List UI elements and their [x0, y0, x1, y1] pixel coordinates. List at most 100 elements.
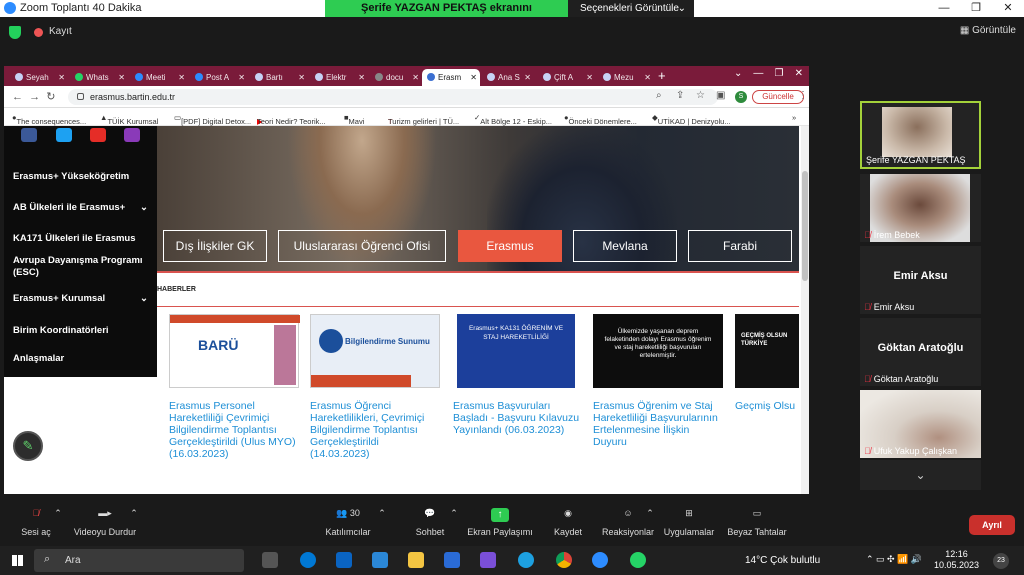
audio-options-caret[interactable]: ⌃ — [52, 508, 64, 519]
browser-tab[interactable]: Post A ✕ — [190, 69, 248, 86]
participant-tile[interactable]: 🎙̸ İrem Bebek — [860, 174, 981, 242]
bookmark-item[interactable]: ● Önceki Dönemlere... — [564, 113, 637, 126]
browser-tab[interactable]: Ana S ✕ — [482, 69, 534, 86]
hero-tab-mevlana[interactable]: Mevlana — [573, 230, 677, 262]
participants-button[interactable]: 👥 30 Katılımcılar — [320, 508, 376, 537]
browser-tab[interactable]: Çift A ✕ — [538, 69, 596, 86]
news-thumbnail[interactable]: BARÜ — [169, 314, 300, 388]
windows-start-icon[interactable] — [12, 555, 23, 566]
new-tab-icon[interactable]: + — [658, 68, 666, 83]
instagram-icon[interactable] — [124, 128, 140, 142]
bookmark-item[interactable]: ▲ TÜİK Kurumsal — [100, 113, 158, 126]
share-screen-button[interactable]: ↑ Ekran Paylaşımı — [466, 508, 534, 537]
leave-meeting-button[interactable]: Ayrıl — [969, 515, 1015, 535]
news-thumbnail[interactable]: Ülkemizde yaşanan deprem felaketinden do… — [593, 314, 723, 388]
facebook-icon[interactable] — [21, 128, 37, 142]
page-scrollbar[interactable] — [801, 126, 809, 494]
notification-badge[interactable]: 23 — [993, 553, 1009, 569]
bookmark-item[interactable]: ● The consequences... — [12, 113, 86, 126]
whiteboard-button[interactable]: ▭ Beyaz Tahtalar — [726, 508, 788, 537]
reactions-options-caret[interactable]: ⌃ — [644, 508, 656, 519]
browser-tab[interactable]: Meeti ✕ — [130, 69, 188, 86]
sidebar-item-birim-koordinatorleri[interactable]: Birim Koordinatörleri — [13, 325, 148, 336]
browser-window-controls[interactable]: ⌄ — ❐ ✕ — [734, 68, 803, 79]
news-thumbnail[interactable]: GEÇMİŞ OLSUN TÜRKİYE — [735, 314, 799, 388]
hero-tab-uluslararasi[interactable]: Uluslararası Öğrenci Ofisi — [278, 230, 446, 262]
close-tab-icon[interactable]: ✕ — [644, 69, 651, 86]
news-title-link[interactable]: Geçmiş Olsu — [735, 400, 799, 412]
news-title-link[interactable]: Erasmus Öğrenim ve Staj Hareketliliği Ba… — [593, 400, 723, 448]
shield-icon[interactable] — [9, 26, 21, 39]
edge-icon[interactable] — [518, 552, 534, 568]
close-tab-icon[interactable]: ✕ — [524, 69, 531, 86]
browser-tab[interactable]: Mezu ✕ — [598, 69, 654, 86]
taskbar-clock[interactable]: 12:16 10.05.2023 — [934, 549, 979, 571]
browser-tab[interactable]: Bartı ✕ — [250, 69, 308, 86]
minimize-icon[interactable]: — — [928, 0, 960, 17]
unmute-button[interactable]: 🎙̸ Sesi aç — [18, 508, 54, 537]
news-title-link[interactable]: Erasmus Başvuruları Başladı - Başvuru Kı… — [453, 400, 583, 436]
twitter-icon[interactable] — [56, 128, 72, 142]
chrome-icon[interactable] — [556, 552, 572, 568]
nav-buttons[interactable]: ← → ↻ — [12, 90, 55, 103]
close-tab-icon[interactable]: ✕ — [586, 69, 593, 86]
chat-options-caret[interactable]: ⌃ — [448, 508, 460, 519]
profile-avatar[interactable]: S — [735, 91, 747, 103]
share-icon[interactable]: ⇪ — [676, 90, 684, 101]
bookmark-item[interactable]: ◆ UTİKAD | Denizyolu... — [652, 113, 731, 126]
sidebar-item-ka171[interactable]: KA171 Ülkeleri ile Erasmus — [13, 233, 148, 244]
close-tab-icon[interactable]: ✕ — [238, 69, 245, 86]
participant-tile[interactable]: Emir Aksu 🎙̸ Emir Aksu — [860, 246, 981, 314]
sidebar-item-esc[interactable]: Avrupa Dayanışma Programı (ESC) — [13, 255, 148, 279]
more-participants-button[interactable]: ⌄ — [860, 460, 981, 490]
sidepanel-icon[interactable]: ▣ — [716, 90, 725, 101]
url-text[interactable]: erasmus.bartin.edu.tr — [90, 92, 175, 102]
chat-button[interactable]: 💬 Sohbet — [410, 508, 450, 537]
news-thumbnail[interactable]: Erasmus+ KA131 ÖĞRENİM VE STAJ HAREKETLİ… — [457, 314, 575, 388]
browser-tab[interactable]: Whats ✕ — [70, 69, 128, 86]
close-tab-icon[interactable]: ✕ — [412, 69, 419, 86]
more-icon[interactable]: ⋮ — [798, 90, 808, 101]
close-tab-icon[interactable]: ✕ — [118, 69, 125, 86]
participant-tile[interactable]: 🎙̸ Ufuk Yakup Çalışkan — [860, 390, 981, 458]
bookmark-item[interactable]: ▭ [PDF] Digital Detox... — [174, 113, 251, 126]
hero-tab-dis-iliskiler[interactable]: Dış İlişkiler GK — [163, 230, 267, 262]
search-icon[interactable]: ⌕ — [656, 90, 662, 101]
system-tray-icons[interactable]: ⌃ ▭ ✣ 📶 🔊 — [866, 554, 922, 565]
hero-tab-farabi[interactable]: Farabi — [688, 230, 792, 262]
record-button[interactable]: ◉ Kaydet — [548, 508, 588, 537]
participants-options-caret[interactable]: ⌃ — [376, 508, 388, 519]
close-tab-icon[interactable]: ✕ — [58, 69, 65, 86]
news-title-link[interactable]: Erasmus Personel Hareketliliği Çevrimiçi… — [169, 400, 299, 460]
participant-tile[interactable]: Göktan Aratoğlu 🎙̸ Göktan Aratoğlu — [860, 318, 981, 386]
store-icon[interactable] — [372, 552, 388, 568]
close-tab-icon[interactable]: ✕ — [178, 69, 185, 86]
outlook-icon[interactable] — [336, 552, 352, 568]
star-icon[interactable]: ☆ — [696, 90, 705, 101]
close-icon[interactable]: ✕ — [992, 0, 1024, 17]
browser-tab[interactable]: docu ✕ — [370, 69, 422, 86]
apps-button[interactable]: ⊞ Uygulamalar — [660, 508, 718, 537]
browser-tab[interactable]: Elektr ✕ — [310, 69, 368, 86]
bookmark-item[interactable]: ■ Mavi — [344, 113, 364, 126]
file-explorer-icon[interactable] — [408, 552, 424, 568]
close-tab-icon[interactable]: ✕ — [470, 69, 477, 86]
participant-tile[interactable]: Şerife YAZGAN PEKTAŞ — [860, 101, 981, 169]
news-title-link[interactable]: Erasmus Öğrenci Hareketlilikleri, Çevrim… — [310, 400, 440, 460]
sidebar-item-erasmus-yuksekogretim[interactable]: Erasmus+ Yükseköğretim — [13, 171, 148, 182]
skype-icon[interactable] — [300, 552, 316, 568]
sidebar-item-anlasmalar[interactable]: Anlaşmalar — [13, 353, 148, 364]
view-button[interactable]: ▦ Görüntüle — [960, 25, 1016, 36]
annotate-pen-icon[interactable]: ✎ — [13, 431, 43, 461]
close-tab-icon[interactable]: ✕ — [298, 69, 305, 86]
app-icon[interactable] — [480, 552, 496, 568]
hero-tab-erasmus[interactable]: Erasmus — [458, 230, 562, 262]
sidebar-item-ab-ulkeleri[interactable]: AB Ülkeleri ile Erasmus+ ⌄ — [13, 202, 148, 213]
browser-tab-active[interactable]: Erasm ✕ — [422, 69, 480, 86]
bookmarks-more-icon[interactable]: » — [792, 113, 796, 122]
sidebar-item-erasmus-kurumsal[interactable]: Erasmus+ Kurumsal ⌄ — [13, 293, 148, 304]
task-view-icon[interactable] — [262, 552, 278, 568]
bookmark-item[interactable]: ✓ Alt Bölge 12 - Eskip... — [474, 113, 552, 126]
weather-widget[interactable]: 14°C Çok bulutlu — [745, 555, 820, 566]
word-icon[interactable] — [444, 552, 460, 568]
